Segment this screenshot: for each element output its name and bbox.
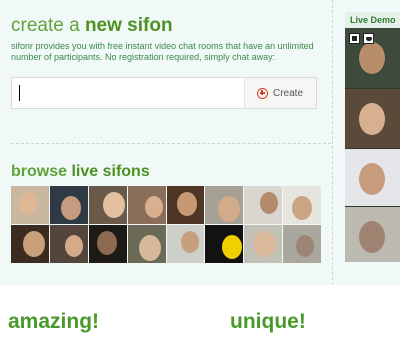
participant-image: [359, 103, 385, 135]
create-panel: create a new sifon sifonr provides you w…: [0, 0, 332, 285]
participant-image: [359, 163, 385, 195]
browse-title-bold: live sifons: [71, 163, 150, 180]
participant-image: [218, 196, 241, 222]
create-title-bold: new sifon: [84, 15, 173, 36]
vertical-divider: [332, 0, 333, 285]
participant-image: [359, 42, 385, 74]
browse-title: browse live sifons: [11, 163, 150, 181]
create-button[interactable]: Create: [244, 78, 316, 108]
participant-image: [96, 231, 117, 255]
sifon-thumbnail[interactable]: [283, 225, 321, 263]
participant-image: [222, 235, 243, 259]
plus-circle-icon: [257, 87, 268, 99]
sifon-thumbnail[interactable]: [88, 225, 127, 263]
participant-image: [359, 221, 385, 253]
sifon-thumbnail[interactable]: [244, 225, 283, 263]
participant-image: [144, 196, 163, 218]
sifon-thumbnail[interactable]: [205, 186, 244, 224]
create-title-prefix: create a: [11, 15, 80, 36]
sifon-thumbnail[interactable]: [283, 186, 321, 224]
browse-title-prefix: browse: [11, 163, 68, 180]
participant-image: [254, 231, 277, 257]
participant-image: [292, 196, 313, 220]
create-button-label: Create: [273, 87, 304, 99]
create-form: Create: [11, 77, 317, 109]
create-title: create a new sifon: [11, 15, 173, 37]
sifon-thumbnail[interactable]: [166, 225, 205, 263]
live-demo-video: [345, 89, 400, 148]
create-description: sifonr provides you with free instant vi…: [11, 41, 314, 62]
feature-unique: unique!: [230, 310, 306, 333]
sifon-thumbnail[interactable]: [244, 186, 283, 224]
sifon-thumbnail[interactable]: [205, 225, 244, 263]
sifon-thumbnail[interactable]: [88, 186, 127, 224]
sifon-thumbnail[interactable]: [127, 186, 166, 224]
participant-image: [19, 192, 37, 214]
sifon-thumbnail[interactable]: [49, 186, 88, 224]
participant-image: [102, 192, 125, 218]
participant-image: [180, 231, 199, 253]
participant-image: [23, 231, 45, 257]
mask-icon[interactable]: [363, 33, 374, 44]
feature-amazing: amazing!: [8, 310, 100, 333]
participant-image: [176, 192, 197, 216]
room-name-input[interactable]: [12, 78, 244, 108]
participant-image: [64, 235, 83, 257]
live-demo-label: Live Demo: [345, 12, 400, 28]
participant-image: [60, 196, 81, 220]
sifon-thumbnail[interactable]: [166, 186, 205, 224]
participant-image: [296, 235, 315, 257]
live-demo-video: [345, 149, 400, 206]
participant-image: [260, 192, 279, 214]
sifon-thumbnail[interactable]: [127, 225, 166, 263]
participant-image: [138, 235, 161, 261]
section-divider: [11, 143, 331, 144]
live-sifon-thumbnails: [11, 186, 321, 263]
sifon-thumbnail[interactable]: [49, 225, 88, 263]
sifon-thumbnail[interactable]: [11, 225, 49, 263]
text-caret: [19, 85, 20, 101]
layers-icon[interactable]: [349, 33, 360, 44]
video-controls: [349, 33, 374, 44]
sifon-thumbnail[interactable]: [11, 186, 49, 224]
live-demo-video: [345, 207, 400, 262]
